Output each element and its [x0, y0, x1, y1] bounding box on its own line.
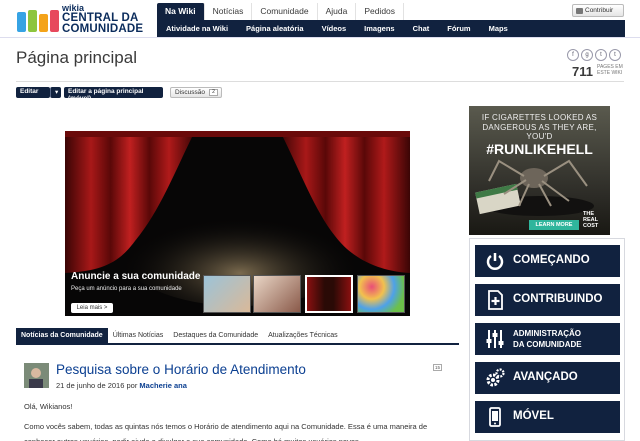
- subnav-imagens[interactable]: Imagens: [355, 20, 403, 37]
- slider-thumb-2[interactable]: [253, 275, 301, 313]
- tab-na-wiki[interactable]: Na Wiki: [157, 3, 205, 20]
- logo-blocks-icon: [17, 8, 59, 34]
- contribute-label: Contribuir: [585, 7, 614, 14]
- tab-ajuda[interactable]: Ajuda: [318, 3, 357, 20]
- content-tabs: Notícias da Comunidade Últimas Notícias …: [16, 328, 459, 345]
- page-title: Página principal: [16, 48, 137, 67]
- contribute-button[interactable]: Contribuir: [572, 4, 624, 17]
- social-icons: f g t t: [567, 49, 621, 61]
- twitter-icon[interactable]: t: [595, 49, 607, 61]
- tab-comunidade[interactable]: Comunidade: [252, 3, 318, 20]
- post-title-link[interactable]: Pesquisa sobre o Horário de Atendimento: [56, 362, 306, 377]
- tumblr-icon[interactable]: t: [609, 49, 621, 61]
- nav-administracao-label2: DA COMUNIDADE: [513, 340, 582, 349]
- community-nav-panel: COMEÇANDO CONTRIBUINDO ADMINISTRAÇÃO DA …: [469, 238, 625, 441]
- ad-learn-more-button[interactable]: LEARN MORE: [529, 220, 579, 230]
- top-nav: Na Wiki Notícias Comunidade Ajuda Pedido…: [157, 3, 405, 20]
- sliders-icon: [486, 330, 504, 348]
- nav-comecando-label: COMEÇANDO: [513, 254, 590, 266]
- edit-button[interactable]: Editar: [16, 87, 50, 98]
- pencil-icon: [576, 8, 583, 14]
- wikia-logo[interactable]: wikia CENTRAL DA COMUNIDADE: [17, 3, 147, 36]
- logo-line2: COMUNIDADE: [62, 23, 144, 35]
- slider-thumb-3[interactable]: [305, 275, 353, 313]
- global-header: wikia CENTRAL DA COMUNIDADE Na Wiki Notí…: [0, 0, 640, 38]
- post-greeting: Olá, Wikianos!: [24, 402, 73, 411]
- tab-noticias-comunidade[interactable]: Notícias da Comunidade: [16, 328, 108, 343]
- ad-brand-logo: THE REAL COST: [583, 211, 599, 229]
- nav-avancado-label: AVANÇADO: [513, 371, 578, 383]
- nav-administracao-label: ADMINISTRAÇÃO: [513, 329, 581, 338]
- post-author-link[interactable]: Macherie ana: [139, 381, 187, 390]
- tab-pedidos[interactable]: Pedidos: [356, 3, 405, 20]
- tab-atualizacoes-tecnicas[interactable]: Atualizações Técnicas: [263, 328, 343, 343]
- add-page-icon: [488, 290, 503, 310]
- nav-administracao-button[interactable]: ADMINISTRAÇÃO DA COMUNIDADE: [475, 323, 620, 355]
- hero-subtitle: Peça um anúncio para a sua comunidade: [71, 286, 182, 292]
- tab-destaques[interactable]: Destaques da Comunidade: [168, 328, 263, 343]
- discussion-button[interactable]: Discussão 2: [170, 87, 222, 98]
- sub-nav: Atividade na Wiki Página aleatória Vídeo…: [157, 20, 625, 37]
- post-date: 21 de junho de 2016 por: [56, 381, 140, 390]
- subnav-atividade[interactable]: Atividade na Wiki: [157, 20, 237, 37]
- slider-thumb-1[interactable]: [203, 275, 251, 313]
- page-count-label: PAGES EM ESTE WIKI: [597, 64, 623, 76]
- subnav-pagina-aleatoria[interactable]: Página aleatória: [237, 20, 313, 37]
- nav-contribuindo-button[interactable]: CONTRIBUINDO: [475, 284, 620, 316]
- comment-count-badge[interactable]: 15: [433, 364, 442, 371]
- edit-mobile-button[interactable]: Editar a página principal (móvel): [64, 87, 163, 102]
- hero-slider[interactable]: Anuncie a sua comunidade Peça um anúncio…: [65, 131, 410, 316]
- discussion-label: Discussão: [175, 89, 205, 96]
- tab-ultimas-noticias[interactable]: Últimas Notícias: [108, 328, 169, 343]
- phone-icon: [489, 407, 501, 427]
- subnav-videos[interactable]: Vídeos: [313, 20, 356, 37]
- discussion-count-badge: 2: [209, 89, 218, 96]
- subnav-chat[interactable]: Chat: [404, 20, 439, 37]
- nav-contribuindo-label: CONTRIBUINDO: [513, 293, 603, 305]
- nav-comecando-button[interactable]: COMEÇANDO: [475, 245, 620, 277]
- gears-icon: [486, 368, 505, 387]
- google-plus-icon[interactable]: g: [581, 49, 593, 61]
- post-body: Como vocês sabem, todas as quintas nós t…: [24, 422, 428, 441]
- subnav-maps[interactable]: Maps: [480, 20, 517, 37]
- title-divider: [16, 81, 624, 82]
- author-avatar[interactable]: [24, 363, 49, 388]
- advertisement[interactable]: IF CIGARETTES LOOKED AS DANGEROUS AS THE…: [469, 106, 610, 235]
- hero-title: Anuncie a sua comunidade: [71, 271, 201, 282]
- slider-thumb-4[interactable]: [357, 275, 405, 313]
- edit-dropdown-button[interactable]: ▾: [50, 87, 61, 98]
- facebook-icon[interactable]: f: [567, 49, 579, 61]
- hero-read-more-button[interactable]: Leia mais >: [71, 303, 113, 313]
- page-count: 711: [572, 64, 593, 79]
- chevron-down-icon: ▾: [55, 89, 59, 96]
- nav-movel-label: MÓVEL: [513, 410, 554, 422]
- post-meta: 21 de junho de 2016 por Macherie ana: [56, 381, 187, 390]
- nav-avancado-button[interactable]: AVANÇADO: [475, 362, 620, 394]
- subnav-forum[interactable]: Fórum: [438, 20, 479, 37]
- tab-noticias[interactable]: Notícias: [205, 3, 253, 20]
- power-icon: [486, 253, 504, 270]
- nav-movel-button[interactable]: MÓVEL: [475, 401, 620, 433]
